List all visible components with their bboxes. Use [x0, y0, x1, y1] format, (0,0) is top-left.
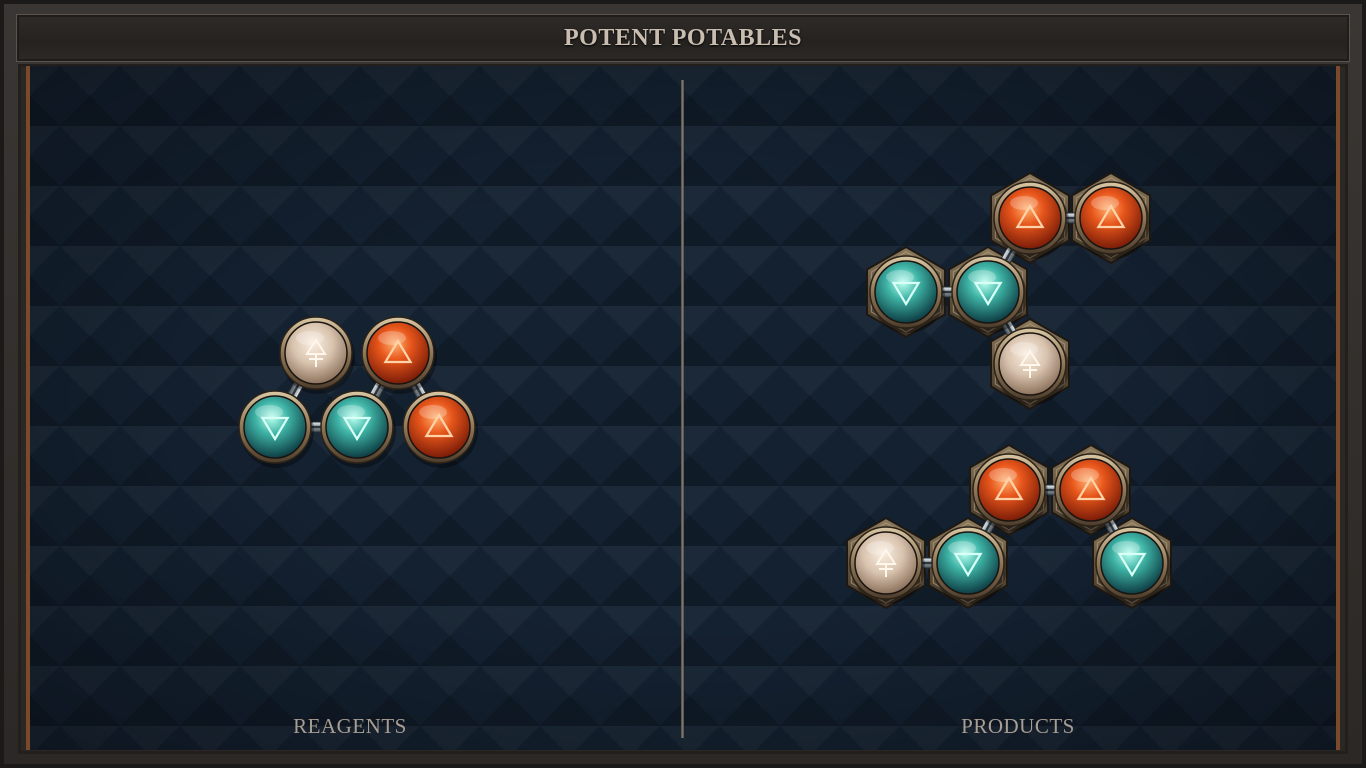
atom-fire[interactable] [361, 316, 437, 394]
atom-water[interactable] [320, 390, 396, 468]
atom-water[interactable] [238, 390, 314, 468]
atom-salt[interactable] [279, 316, 355, 394]
molecule-scene [238, 171, 1172, 610]
atom-fire[interactable] [402, 390, 478, 468]
